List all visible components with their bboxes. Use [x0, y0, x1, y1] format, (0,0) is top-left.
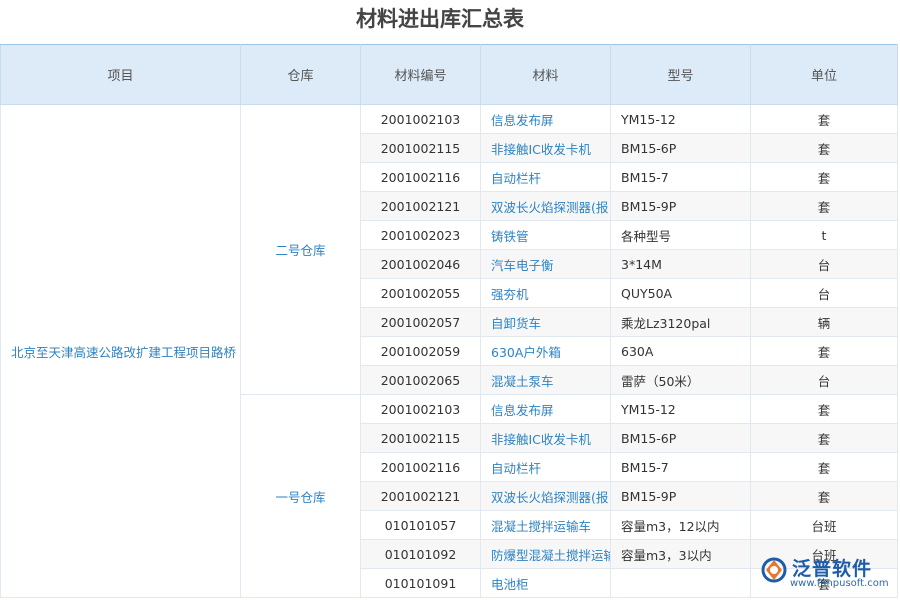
- material-link[interactable]: 强夯机: [481, 279, 611, 308]
- unit-cell: 套: [751, 395, 898, 424]
- watermark: 泛普软件 www.fanpusoft.com: [760, 552, 890, 594]
- code-cell: 010101091: [361, 569, 481, 598]
- material-link[interactable]: 电池柜: [481, 569, 611, 598]
- unit-cell: 套: [751, 482, 898, 511]
- model-cell: 630A: [611, 337, 751, 366]
- unit-cell: 辆: [751, 308, 898, 337]
- code-cell: 2001002065: [361, 366, 481, 395]
- model-cell: BM15-6P: [611, 424, 751, 453]
- code-cell: 2001002103: [361, 395, 481, 424]
- material-link[interactable]: 自动栏杆: [481, 453, 611, 482]
- code-cell: 2001002046: [361, 250, 481, 279]
- model-cell: 容量m3，12以内: [611, 511, 751, 540]
- material-link[interactable]: 自卸货车: [481, 308, 611, 337]
- table-row[interactable]: 北京至天津高速公路改扩建工程项目路桥 二号仓库 2001002103 信息发布屏…: [1, 105, 898, 134]
- model-cell: 3*14M: [611, 250, 751, 279]
- material-link[interactable]: 信息发布屏: [481, 105, 611, 134]
- code-cell: 2001002055: [361, 279, 481, 308]
- model-cell: 雷萨（50米）: [611, 366, 751, 395]
- column-header-warehouse[interactable]: 仓库: [241, 45, 361, 105]
- code-cell: 2001002121: [361, 482, 481, 511]
- column-header-model[interactable]: 型号: [611, 45, 751, 105]
- unit-cell: t: [751, 221, 898, 250]
- material-link[interactable]: 自动栏杆: [481, 163, 611, 192]
- model-cell: BM15-6P: [611, 134, 751, 163]
- material-link[interactable]: 双波长火焰探测器(报: [481, 192, 611, 221]
- unit-cell: 台: [751, 366, 898, 395]
- material-link[interactable]: 双波长火焰探测器(报: [481, 482, 611, 511]
- code-cell: 2001002115: [361, 134, 481, 163]
- material-link[interactable]: 防爆型混凝土搅拌运输: [481, 540, 611, 569]
- code-cell: 2001002116: [361, 453, 481, 482]
- watermark-name: 泛普软件: [792, 554, 872, 581]
- unit-cell: 台班: [751, 511, 898, 540]
- code-cell: 2001002059: [361, 337, 481, 366]
- unit-cell: 套: [751, 192, 898, 221]
- model-cell: YM15-12: [611, 105, 751, 134]
- model-cell: BM15-9P: [611, 192, 751, 221]
- code-cell: 2001002057: [361, 308, 481, 337]
- warehouse-cell[interactable]: 一号仓库: [241, 395, 361, 598]
- material-link[interactable]: 汽车电子衡: [481, 250, 611, 279]
- model-cell: 各种型号: [611, 221, 751, 250]
- unit-cell: 套: [751, 105, 898, 134]
- model-cell: YM15-12: [611, 395, 751, 424]
- model-cell: 容量m3，3以内: [611, 540, 751, 569]
- code-cell: 2001002121: [361, 192, 481, 221]
- unit-cell: 套: [751, 453, 898, 482]
- fanpu-logo-icon: [760, 556, 788, 584]
- code-cell: 2001002115: [361, 424, 481, 453]
- unit-cell: 台: [751, 279, 898, 308]
- model-cell: [611, 569, 751, 598]
- code-cell: 2001002023: [361, 221, 481, 250]
- watermark-url: www.fanpusoft.com: [790, 578, 889, 589]
- summary-table: 项目 仓库 材料编号 材料 型号 单位 北京至天津高速公路改扩建工程项目路桥 二…: [0, 44, 900, 600]
- model-cell: 乘龙Lz3120pal: [611, 308, 751, 337]
- material-link[interactable]: 630A户外箱: [481, 337, 611, 366]
- unit-cell: 套: [751, 337, 898, 366]
- model-cell: BM15-9P: [611, 482, 751, 511]
- material-link[interactable]: 非接触IC收发卡机: [481, 424, 611, 453]
- model-cell: QUY50A: [611, 279, 751, 308]
- warehouse-cell[interactable]: 二号仓库: [241, 105, 361, 395]
- unit-cell: 套: [751, 134, 898, 163]
- page-title: 材料进出库汇总表: [0, 0, 880, 44]
- model-cell: BM15-7: [611, 163, 751, 192]
- project-cell[interactable]: 北京至天津高速公路改扩建工程项目路桥: [1, 105, 241, 598]
- unit-cell: 台: [751, 250, 898, 279]
- column-header-unit[interactable]: 单位: [751, 45, 898, 105]
- table-header-row: 项目 仓库 材料编号 材料 型号 单位: [1, 45, 898, 105]
- code-cell: 010101092: [361, 540, 481, 569]
- material-link[interactable]: 混凝土泵车: [481, 366, 611, 395]
- code-cell: 010101057: [361, 511, 481, 540]
- model-cell: BM15-7: [611, 453, 751, 482]
- code-cell: 2001002116: [361, 163, 481, 192]
- code-cell: 2001002103: [361, 105, 481, 134]
- column-header-code[interactable]: 材料编号: [361, 45, 481, 105]
- material-link[interactable]: 铸铁管: [481, 221, 611, 250]
- material-link[interactable]: 信息发布屏: [481, 395, 611, 424]
- material-link[interactable]: 混凝土搅拌运输车: [481, 511, 611, 540]
- column-header-project[interactable]: 项目: [1, 45, 241, 105]
- unit-cell: 套: [751, 163, 898, 192]
- column-header-material[interactable]: 材料: [481, 45, 611, 105]
- material-link[interactable]: 非接触IC收发卡机: [481, 134, 611, 163]
- unit-cell: 套: [751, 424, 898, 453]
